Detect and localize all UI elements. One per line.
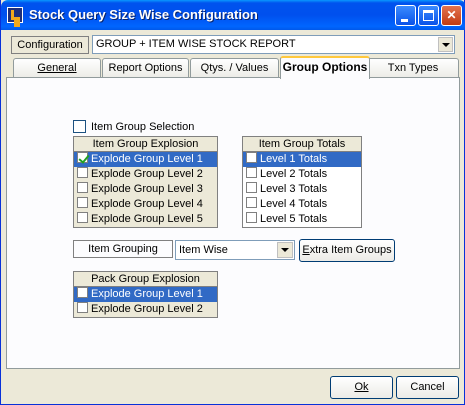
tab-label: General	[37, 62, 77, 74]
list-item[interactable]: Explode Group Level 5	[74, 212, 217, 227]
checkbox-icon[interactable]	[246, 152, 257, 163]
item-group-explosion-group: Item Group Explosion Explode Group Level…	[73, 136, 218, 228]
close-button[interactable]: ✕	[441, 5, 462, 26]
pack-group-explosion-title: Pack Group Explosion	[73, 271, 218, 287]
list-item-label: Level 1 Totals	[260, 153, 328, 165]
checkbox-icon[interactable]	[246, 212, 257, 223]
list-item-label: Explode Group Level 2	[91, 168, 203, 180]
item-group-selection-checkbox[interactable]: Item Group Selection	[73, 120, 194, 133]
minimize-icon	[401, 19, 408, 22]
tab-strip: General Report Options Qtys. / Values Gr…	[1, 56, 465, 79]
checkbox-icon[interactable]	[73, 120, 86, 133]
checkbox-icon[interactable]	[77, 152, 88, 163]
item-group-totals-list: Level 1 Totals Level 2 Totals Level 3 To…	[242, 152, 362, 228]
chevron-down-icon[interactable]	[277, 242, 293, 258]
tab-report-options[interactable]: Report Options	[102, 58, 189, 78]
extra-item-groups-button[interactable]: Extra Item Groups	[299, 239, 395, 262]
configuration-select[interactable]: GROUP + ITEM WISE STOCK REPORT	[92, 35, 455, 54]
item-group-explosion-list: Explode Group Level 1 Explode Group Leve…	[73, 152, 218, 228]
list-item[interactable]: Explode Group Level 2	[74, 302, 217, 317]
checkbox-icon[interactable]	[77, 197, 88, 208]
checkbox-icon[interactable]	[246, 167, 257, 178]
list-item[interactable]: Explode Group Level 1	[74, 152, 217, 167]
list-item-label: Explode Group Level 5	[91, 213, 203, 225]
list-item[interactable]: Explode Group Level 3	[74, 182, 217, 197]
list-item-label: Level 2 Totals	[260, 168, 328, 180]
item-grouping-label: Item Grouping	[73, 240, 173, 258]
checkbox-icon[interactable]	[77, 287, 88, 298]
window-title: Stock Query Size Wise Configuration	[29, 7, 258, 22]
list-item[interactable]: Explode Group Level 2	[74, 167, 217, 182]
tab-group-options[interactable]: Group Options	[280, 56, 370, 79]
minimize-button[interactable]	[395, 5, 416, 26]
checkbox-icon[interactable]	[246, 197, 257, 208]
checkbox-icon[interactable]	[77, 167, 88, 178]
tab-txn-types[interactable]: Txn Types	[367, 58, 459, 78]
chevron-down-icon[interactable]	[438, 37, 453, 52]
cancel-button[interactable]: Cancel	[396, 376, 459, 399]
item-group-totals-title: Item Group Totals	[242, 136, 362, 152]
list-item-label: Explode Group Level 2	[91, 303, 203, 315]
list-item[interactable]: Level 5 Totals	[243, 212, 361, 227]
cancel-label: Cancel	[410, 381, 445, 393]
list-item-label: Level 4 Totals	[260, 198, 328, 210]
tab-general[interactable]: General	[13, 58, 101, 78]
item-group-selection-label: Item Group Selection	[91, 120, 195, 133]
configuration-label: Configuration	[11, 36, 89, 54]
list-item-label: Explode Group Level 3	[91, 183, 203, 195]
extra-item-groups-label: xtra Item Groups	[309, 244, 392, 256]
list-item-label: Level 5 Totals	[260, 213, 328, 225]
pack-group-explosion-list: Explode Group Level 1 Explode Group Leve…	[73, 287, 218, 318]
maximize-icon	[423, 10, 434, 21]
close-icon: ✕	[446, 8, 457, 22]
ok-label: Ok	[354, 381, 369, 393]
list-item[interactable]: Level 4 Totals	[243, 197, 361, 212]
checkbox-icon[interactable]	[77, 182, 88, 193]
list-item-label: Level 3 Totals	[260, 183, 328, 195]
checkbox-icon[interactable]	[77, 302, 88, 313]
item-grouping-value: Item Wise	[179, 244, 228, 256]
configuration-value: GROUP + ITEM WISE STOCK REPORT	[96, 38, 296, 50]
tab-qtys-values[interactable]: Qtys. / Values	[190, 58, 279, 78]
item-group-totals-group: Item Group Totals Level 1 Totals Level 2…	[242, 136, 362, 228]
checkbox-icon[interactable]	[77, 212, 88, 223]
maximize-button[interactable]	[418, 5, 439, 26]
ok-button[interactable]: Ok	[330, 376, 393, 399]
checkbox-icon[interactable]	[246, 182, 257, 193]
item-group-explosion-title: Item Group Explosion	[73, 136, 218, 152]
list-item[interactable]: Level 2 Totals	[243, 167, 361, 182]
dialog-window: Stock Query Size Wise Configuration ✕ Co…	[0, 0, 465, 405]
list-item-label: Explode Group Level 4	[91, 198, 203, 210]
list-item[interactable]: Level 1 Totals	[243, 152, 361, 167]
list-item[interactable]: Explode Group Level 4	[74, 197, 217, 212]
list-item[interactable]: Explode Group Level 1	[74, 287, 217, 302]
list-item[interactable]: Level 3 Totals	[243, 182, 361, 197]
item-grouping-select[interactable]: Item Wise	[175, 240, 295, 260]
app-icon	[7, 7, 23, 23]
title-bar[interactable]: Stock Query Size Wise Configuration ✕	[1, 0, 465, 30]
pack-group-explosion-group: Pack Group Explosion Explode Group Level…	[73, 271, 218, 318]
list-item-label: Explode Group Level 1	[91, 153, 203, 165]
list-item-label: Explode Group Level 1	[91, 288, 203, 300]
